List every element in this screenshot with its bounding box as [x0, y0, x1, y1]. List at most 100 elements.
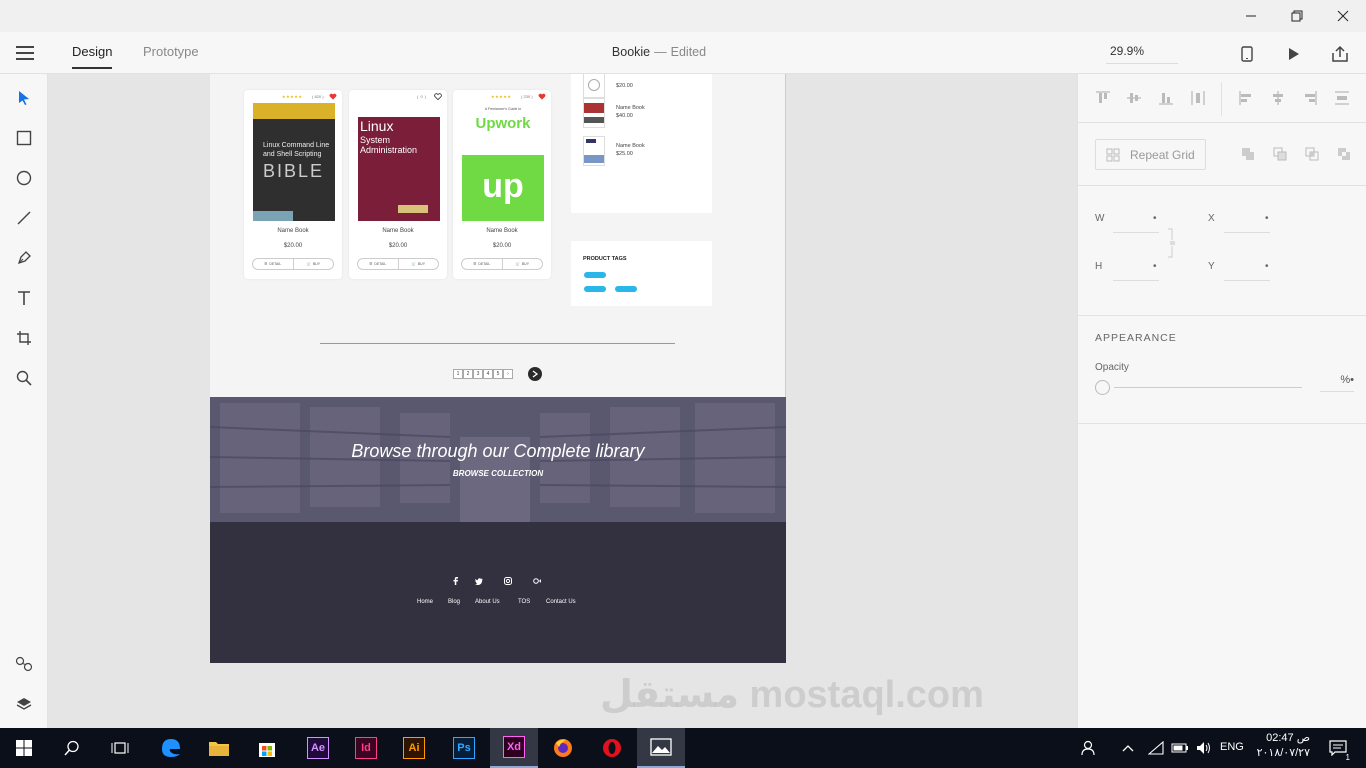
book-card[interactable]: ★★★★★ ( 820 ) Linux Command Line and She…: [244, 90, 342, 279]
section-divider: [320, 343, 675, 344]
panel-separator: [1078, 185, 1366, 186]
detail-button[interactable]: ☰ DETAIL: [358, 259, 398, 269]
file-explorer-icon[interactable]: [195, 728, 243, 768]
symbols-icon[interactable]: [13, 653, 35, 675]
cover-title-line: and Shell Scripting: [263, 151, 322, 158]
text-tool-icon[interactable]: [13, 287, 35, 309]
close-icon[interactable]: [1320, 0, 1366, 32]
artboard[interactable]: ★★★★★ ( 820 ) Linux Command Line and She…: [210, 74, 786, 663]
align-bottom-icon[interactable]: [1158, 90, 1174, 106]
pen-tool-icon[interactable]: [13, 247, 35, 269]
ellipse-tool-icon[interactable]: [13, 167, 35, 189]
zoom-input[interactable]: 29.9%: [1106, 42, 1178, 64]
minimize-icon[interactable]: [1228, 0, 1274, 32]
people-icon[interactable]: [1070, 728, 1110, 768]
task-view-icon[interactable]: [96, 728, 144, 768]
page-button[interactable]: 3: [473, 369, 483, 379]
book-card[interactable]: ( 0 ) Linux System Administration Name B…: [349, 90, 447, 279]
next-page-button[interactable]: [528, 367, 542, 381]
system-clock[interactable]: 02:47 ص ٢٠١٨/٠٧/٢٧: [1250, 731, 1310, 761]
align-center-icon[interactable]: [1270, 90, 1286, 106]
product-tag[interactable]: [615, 286, 637, 292]
width-input[interactable]: [1113, 232, 1159, 233]
distribute-vertical-icon[interactable]: [1190, 90, 1206, 106]
page-button[interactable]: 5: [493, 369, 503, 379]
photos-icon[interactable]: [637, 728, 685, 768]
footer-link-tos[interactable]: TOS: [518, 599, 530, 605]
opacity-input[interactable]: %•: [1320, 370, 1354, 392]
indesign-icon[interactable]: Id: [342, 728, 390, 768]
page-button[interactable]: 1: [453, 369, 463, 379]
browse-collection-link[interactable]: BROWSE COLLECTION: [210, 469, 786, 478]
footer-link-blog[interactable]: Blog: [448, 599, 460, 605]
artboard-tool-icon[interactable]: [13, 327, 35, 349]
google-plus-icon[interactable]: [533, 577, 541, 585]
repeat-grid-button[interactable]: Repeat Grid: [1095, 139, 1206, 170]
edge-browser-icon[interactable]: [147, 728, 195, 768]
lock-aspect-icon[interactable]: [1167, 228, 1177, 258]
align-top-icon[interactable]: [1095, 90, 1111, 106]
heart-outline-icon[interactable]: [434, 93, 442, 100]
twitter-icon[interactable]: [475, 577, 483, 585]
store-icon[interactable]: [243, 728, 291, 768]
footer-link-home[interactable]: Home: [417, 599, 433, 605]
firefox-icon[interactable]: [539, 728, 587, 768]
instagram-icon[interactable]: [504, 577, 512, 585]
boolean-subtract-icon[interactable]: [1272, 146, 1288, 162]
opera-icon[interactable]: [588, 728, 636, 768]
align-middle-icon[interactable]: [1126, 90, 1142, 106]
windows-start-icon[interactable]: [0, 728, 48, 768]
detail-button[interactable]: ☰ DETAIL: [253, 259, 293, 269]
boolean-exclude-icon[interactable]: [1336, 146, 1352, 162]
product-tag[interactable]: [584, 272, 606, 278]
align-right-icon[interactable]: [1302, 90, 1318, 106]
clock-date: ٢٠١٨/٠٧/٢٧: [1256, 747, 1310, 759]
line-tool-icon[interactable]: [13, 207, 35, 229]
share-icon[interactable]: [1329, 43, 1351, 65]
play-icon[interactable]: [1283, 43, 1305, 65]
buy-button[interactable]: 🛒 BUY: [501, 259, 543, 269]
language-indicator[interactable]: ENG: [1220, 741, 1244, 753]
photoshop-icon[interactable]: Ps: [440, 728, 488, 768]
heart-icon[interactable]: [329, 93, 337, 100]
volume-icon[interactable]: [1190, 728, 1218, 768]
illustrator-icon[interactable]: Ai: [390, 728, 438, 768]
book-card[interactable]: ★★★★★ ( 230 ) A Freelancer's Guide to Up…: [453, 90, 551, 279]
align-left-icon[interactable]: [1238, 90, 1254, 106]
buy-button[interactable]: 🛒 BUY: [292, 259, 334, 269]
page-next-small[interactable]: ›: [503, 369, 513, 379]
cover-title-line: up: [482, 167, 524, 205]
boolean-intersect-icon[interactable]: [1304, 146, 1320, 162]
notification-count: 1: [1345, 753, 1350, 762]
heart-icon[interactable]: [538, 93, 546, 100]
opacity-slider-handle[interactable]: [1095, 380, 1110, 395]
buy-button[interactable]: 🛒 BUY: [397, 259, 439, 269]
boolean-add-icon[interactable]: [1240, 146, 1256, 162]
x-input[interactable]: [1224, 232, 1270, 233]
product-tags-widget: PRODUCT TAGS: [571, 241, 712, 306]
design-canvas[interactable]: ★★★★★ ( 820 ) Linux Command Line and She…: [48, 74, 1077, 728]
device-preview-icon[interactable]: [1236, 43, 1258, 65]
product-tag[interactable]: [584, 286, 606, 292]
rectangle-tool-icon[interactable]: [13, 127, 35, 149]
restore-icon[interactable]: [1274, 0, 1320, 32]
notifications-icon[interactable]: 1: [1318, 728, 1358, 768]
layers-icon[interactable]: [13, 693, 35, 715]
opacity-slider-track[interactable]: [1114, 387, 1302, 388]
footer-link-contact-us[interactable]: Contact Us: [546, 599, 576, 605]
detail-button[interactable]: ☰ DETAIL: [462, 259, 502, 269]
xd-icon[interactable]: Xd: [490, 728, 538, 768]
select-tool-icon[interactable]: [13, 87, 35, 109]
search-icon[interactable]: [48, 728, 96, 768]
zoom-tool-icon[interactable]: [13, 367, 35, 389]
cover-title-line: Linux: [360, 118, 394, 134]
facebook-icon[interactable]: [451, 577, 459, 585]
height-input[interactable]: [1113, 280, 1159, 281]
y-input[interactable]: [1224, 280, 1270, 281]
footer-link-about-us[interactable]: About Us: [475, 599, 500, 605]
page-button[interactable]: 4: [483, 369, 493, 379]
after-effects-icon[interactable]: Ae: [294, 728, 342, 768]
chevron-up-icon[interactable]: [1112, 728, 1144, 768]
distribute-horizontal-icon[interactable]: [1334, 90, 1350, 106]
page-button[interactable]: 2: [463, 369, 473, 379]
